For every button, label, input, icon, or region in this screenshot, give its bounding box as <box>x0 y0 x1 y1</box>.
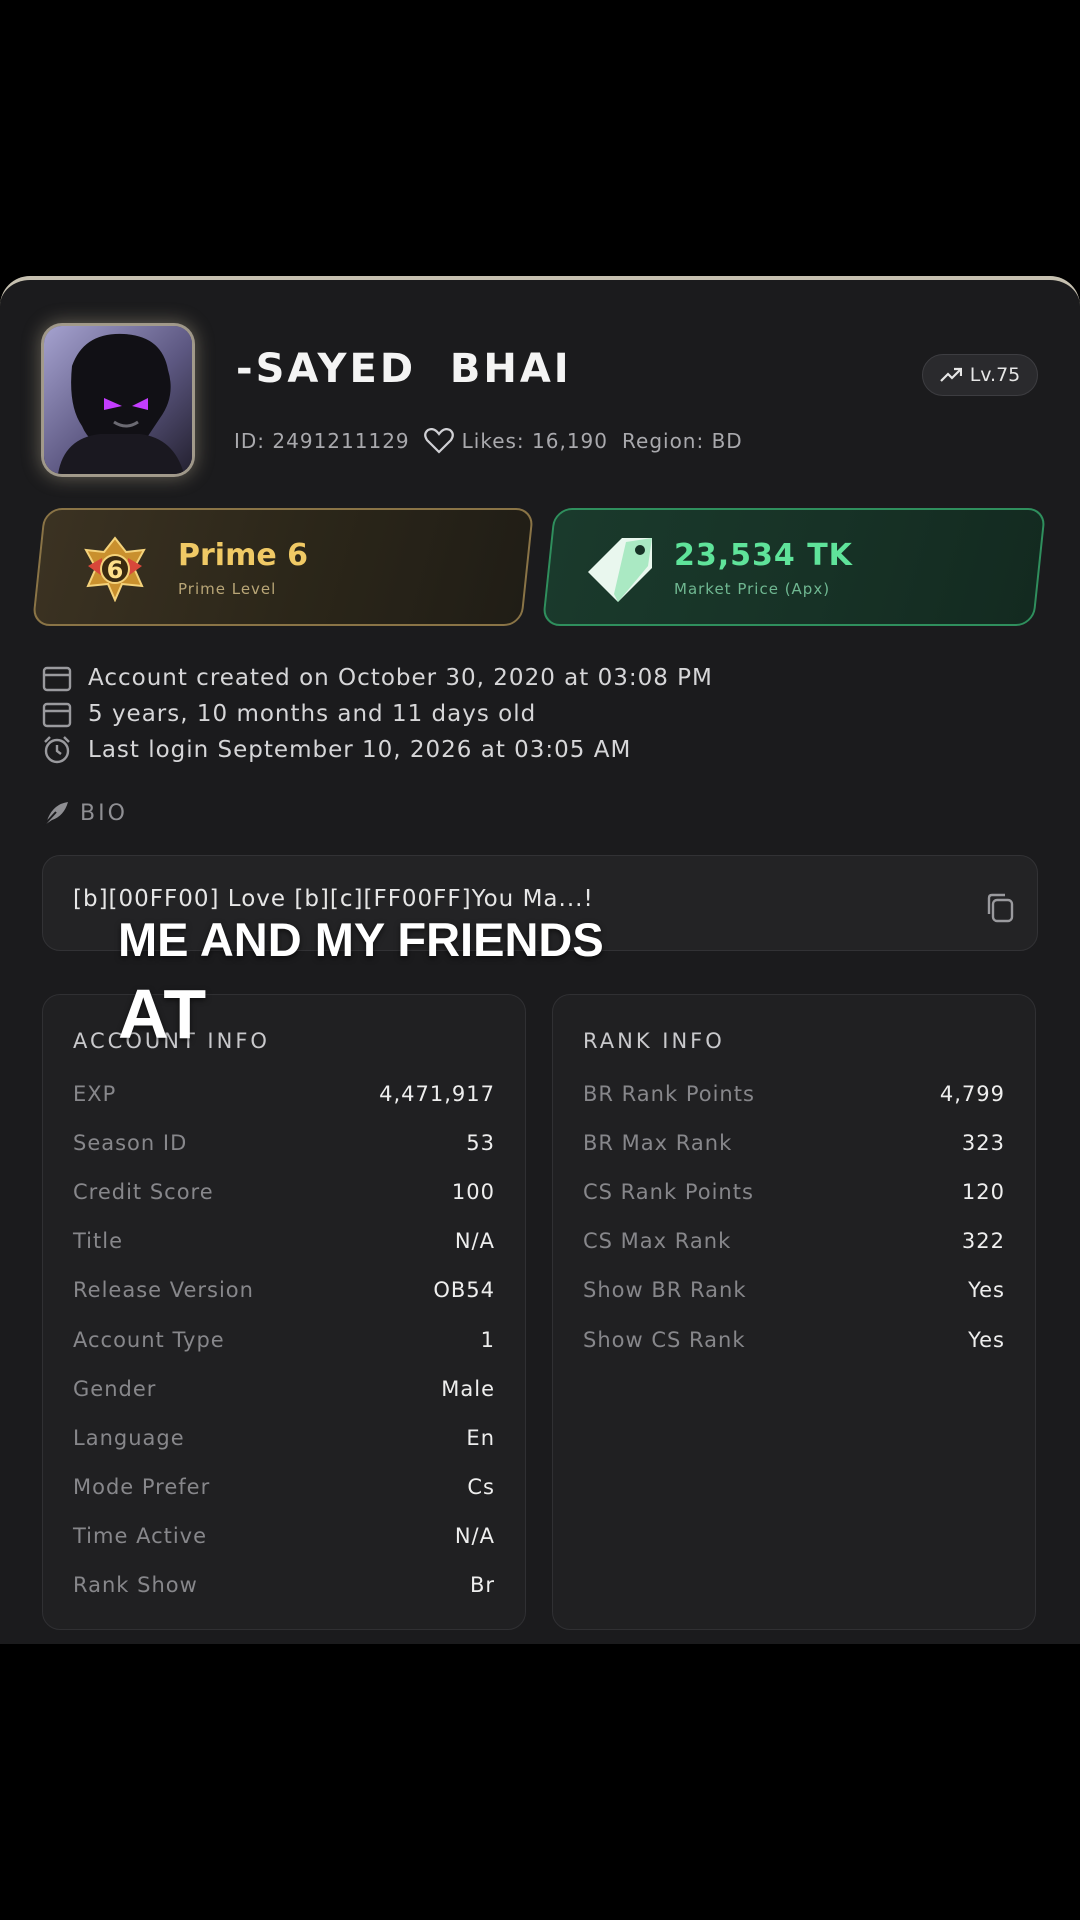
rank-row-cs-max: CS Max Rank 322 <box>583 1217 1005 1266</box>
level-badge: Lv.75 <box>922 354 1038 396</box>
info-row-gender: Gender Male <box>73 1364 495 1413</box>
row-key: Account Type <box>73 1327 225 1352</box>
copy-icon[interactable] <box>985 892 1015 924</box>
caption-line-1: ME AND MY FRIENDS <box>118 913 604 966</box>
player-name: -SAYED BHAI <box>236 346 572 392</box>
info-row-credit-score: Credit Score 100 <box>73 1167 495 1216</box>
row-key: Season ID <box>73 1130 188 1155</box>
row-key: EXP <box>73 1081 117 1106</box>
row-value: 4,799 <box>939 1081 1005 1106</box>
likes-count: Likes: 16,190 <box>461 429 609 453</box>
rank-info-title: RANK INFO <box>583 1029 725 1053</box>
row-value: OB54 <box>433 1278 495 1303</box>
account-created-line: Account created on October 30, 2020 at 0… <box>42 660 713 696</box>
quill-pen-icon <box>43 802 68 826</box>
account-age-line: 5 years, 10 months and 11 days old <box>42 696 713 732</box>
account-info-panel: ACCOUNT INFO EXP 4,471,917 Season ID 53 Cr… <box>42 994 526 1630</box>
bio-text: [b][00FF00] Love [b][c][FF00FF]You Ma...… <box>73 886 594 912</box>
row-key: Title <box>73 1229 124 1254</box>
row-key: Gender <box>73 1376 157 1401</box>
info-row-time-active: Time Active N/A <box>73 1512 495 1561</box>
row-key: Show CS Rank <box>583 1327 746 1352</box>
row-key: BR Max Rank <box>583 1130 733 1155</box>
info-row-exp: EXP 4,471,917 <box>73 1069 495 1118</box>
row-value: Male <box>441 1376 495 1401</box>
info-row-title: Title N/A <box>73 1217 495 1266</box>
info-row-language: Language En <box>73 1413 495 1462</box>
region: Region: BD <box>622 429 743 453</box>
row-value: Cs <box>467 1475 495 1500</box>
market-value: 23,534 TK <box>674 538 853 573</box>
account-timeline: Account created on October 30, 2020 at 0… <box>42 660 713 768</box>
player-id: ID: 2491211129 <box>234 429 410 453</box>
last-login-text: Last login September 10, 2026 at 03:05 A… <box>88 737 632 763</box>
row-value: Br <box>469 1573 495 1598</box>
info-row-season-id: Season ID 53 <box>73 1118 495 1167</box>
row-value: 53 <box>466 1130 495 1155</box>
row-value: 323 <box>961 1130 1005 1155</box>
row-value: N/A <box>454 1229 495 1254</box>
rank-row-br-points: BR Rank Points 4,799 <box>583 1069 1005 1118</box>
calendar-icon <box>42 666 72 692</box>
prime-label: Prime Level <box>178 580 277 598</box>
row-value: 322 <box>961 1229 1005 1254</box>
account-created-text: Account created on October 30, 2020 at 0… <box>88 665 713 691</box>
price-tag-icon <box>588 538 652 602</box>
info-row-mode-prefer: Mode Prefer Cs <box>73 1463 495 1512</box>
level-text: Lv.75 <box>969 364 1021 386</box>
bio-heading: BIO <box>42 800 128 826</box>
row-value: 120 <box>961 1179 1005 1204</box>
row-value: Yes <box>968 1278 1005 1303</box>
last-login-line: Last login September 10, 2026 at 03:05 A… <box>42 732 713 768</box>
market-label: Market Price (Apx) <box>674 580 831 598</box>
row-key: Language <box>73 1425 185 1450</box>
heart-icon <box>423 428 454 454</box>
row-value: 1 <box>480 1327 495 1352</box>
row-value: En <box>466 1425 495 1450</box>
row-key: BR Rank Points <box>583 1081 755 1106</box>
prime-value: Prime 6 <box>178 538 308 573</box>
row-value: 4,471,917 <box>379 1081 495 1106</box>
row-key: Mode Prefer <box>73 1475 211 1500</box>
rank-row-show-br: Show BR Rank Yes <box>583 1266 1005 1315</box>
avatar[interactable] <box>44 326 192 474</box>
row-key: Rank Show <box>73 1573 198 1598</box>
bio-heading-text: BIO <box>80 800 128 826</box>
alarm-clock-icon <box>44 736 70 764</box>
likes[interactable]: Likes: 16,190 <box>423 428 609 454</box>
market-price-badge: 23,534 TK Market Price (Apx) <box>541 508 1047 626</box>
prime-level-badge: 6 Prime 6 Prime Level <box>31 508 535 626</box>
rank-info-panel: RANK INFO BR Rank Points 4,799 BR Max Ran… <box>552 994 1036 1630</box>
rank-row-cs-points: CS Rank Points 120 <box>583 1167 1005 1216</box>
account-age-text: 5 years, 10 months and 11 days old <box>88 701 537 727</box>
row-key: Show BR Rank <box>583 1278 747 1303</box>
row-key: Credit Score <box>73 1179 214 1204</box>
info-row-account-type: Account Type 1 <box>73 1315 495 1364</box>
rank-row-show-cs: Show CS Rank Yes <box>583 1315 1005 1364</box>
row-key: CS Max Rank <box>583 1229 732 1254</box>
rank-row-br-max: BR Max Rank 323 <box>583 1118 1005 1167</box>
row-value: 100 <box>451 1179 495 1204</box>
player-meta: ID: 2491211129 Likes: 16,190 Region: BD <box>234 426 743 456</box>
rank-info-rows: BR Rank Points 4,799 BR Max Rank 323 CS Ra… <box>583 1069 1005 1364</box>
prime-emblem-icon: 6 <box>84 536 146 602</box>
row-key: Release Version <box>73 1278 254 1303</box>
info-row-release-version: Release Version OB54 <box>73 1266 495 1315</box>
trending-up-icon <box>939 367 962 382</box>
avatar-character-image <box>44 326 192 474</box>
row-value: N/A <box>454 1524 495 1549</box>
calendar-icon <box>42 702 72 728</box>
account-info-rows: EXP 4,471,917 Season ID 53 Credit Score 100… <box>73 1069 495 1610</box>
row-key: CS Rank Points <box>583 1179 754 1204</box>
prime-emblem-number: 6 <box>107 556 124 584</box>
row-value: Yes <box>968 1327 1005 1352</box>
caption-line-2: AT <box>118 975 207 1053</box>
info-row-rank-show: Rank Show Br <box>73 1561 495 1610</box>
row-key: Time Active <box>73 1524 208 1549</box>
